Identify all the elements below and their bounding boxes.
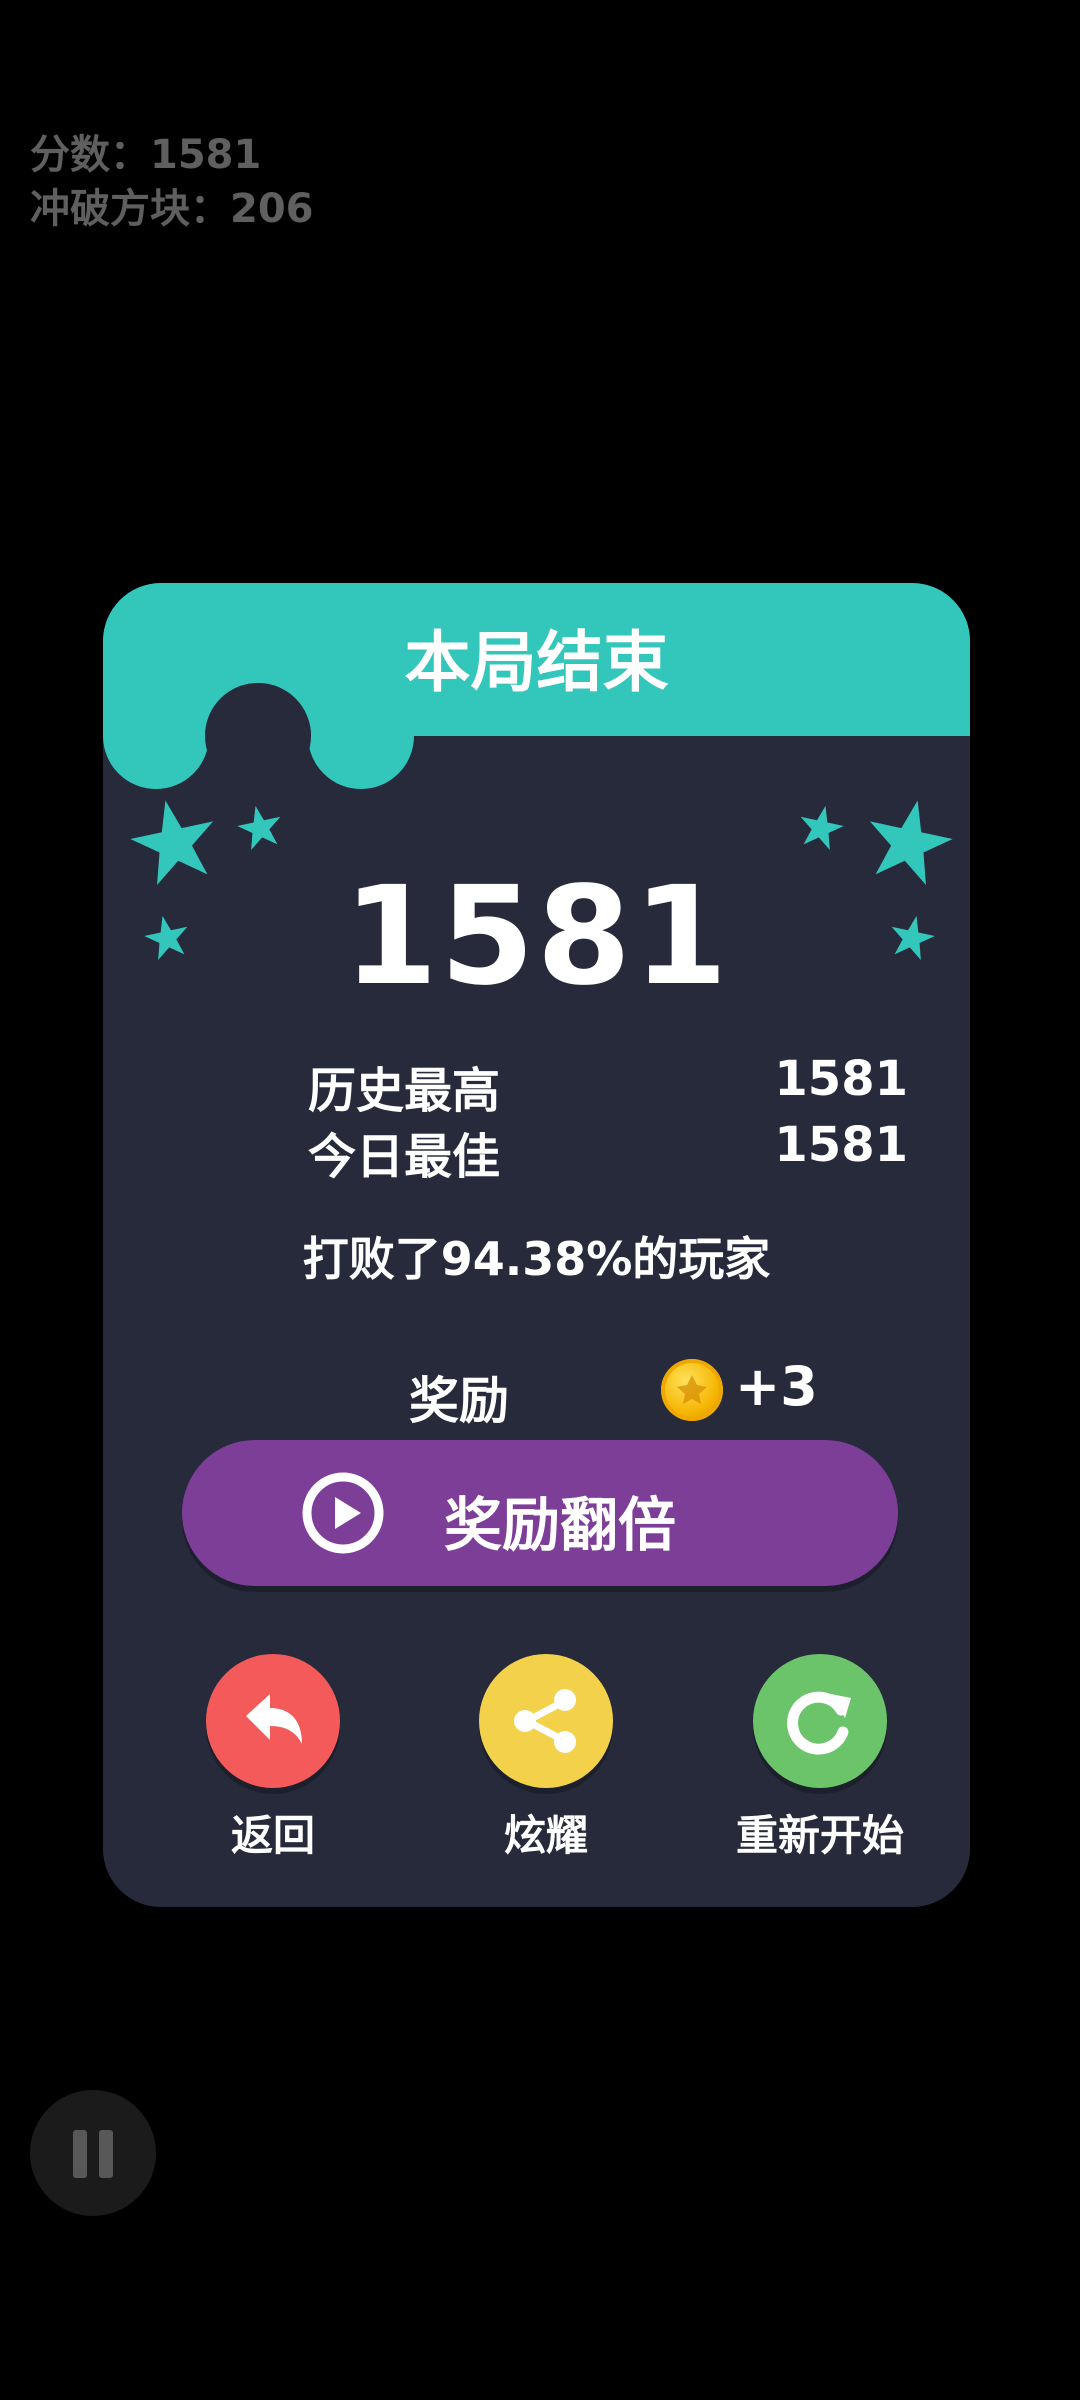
- undo-arrow-icon: [246, 1694, 302, 1744]
- restart-circle: [753, 1654, 887, 1788]
- stat-row-best: 历史最高 1581: [308, 1051, 908, 1121]
- hud-score-value: 1581: [150, 132, 262, 178]
- stat-row-today: 今日最佳 1581: [308, 1117, 908, 1187]
- double-reward-label: 奖励翻倍: [444, 1491, 677, 1559]
- hud-blocks: 冲破方块： 206: [30, 182, 314, 236]
- back-label: 返回: [230, 1811, 315, 1860]
- stat-value: 1581: [774, 1051, 908, 1107]
- restart-icon: [787, 1691, 851, 1755]
- hud-blocks-label: 冲破方块：: [30, 186, 230, 232]
- stat-label: 今日最佳: [308, 1129, 501, 1185]
- stat-value: 1581: [774, 1117, 908, 1173]
- final-score: 1581: [343, 858, 730, 1016]
- share-icon: [514, 1689, 576, 1753]
- game-over-dialog: 本局结束 1581 历史最高 1581 今日最佳 1581 打败了94.38%的…: [103, 583, 970, 1907]
- dialog-title: 本局结束: [404, 624, 669, 701]
- coin-icon: [661, 1359, 723, 1421]
- share-button[interactable]: 炫耀: [436, 1654, 656, 1863]
- back-button[interactable]: 返回: [163, 1654, 383, 1863]
- star-icon: [800, 805, 844, 850]
- reward-amount: +3: [735, 1355, 818, 1418]
- hud-blocks-value: 206: [230, 186, 314, 232]
- restart-button[interactable]: 重新开始: [710, 1654, 930, 1863]
- back-circle: [206, 1654, 340, 1788]
- star-icon: [237, 805, 281, 850]
- double-reward-button[interactable]: 奖励翻倍: [182, 1440, 898, 1586]
- share-circle: [479, 1654, 613, 1788]
- pause-button[interactable]: [30, 2090, 156, 2216]
- hud-score-label: 分数：: [30, 132, 150, 178]
- restart-label: 重新开始: [735, 1811, 904, 1860]
- share-label: 炫耀: [503, 1811, 588, 1860]
- reward-label: 奖励: [409, 1372, 509, 1430]
- stat-label: 历史最高: [308, 1063, 501, 1119]
- hud-stats: 分数： 1581 冲破方块： 206: [30, 128, 314, 236]
- beat-percentage-text: 打败了94.38%的玩家: [302, 1232, 771, 1286]
- play-icon: [302, 1472, 384, 1554]
- hud-score: 分数： 1581: [30, 128, 314, 182]
